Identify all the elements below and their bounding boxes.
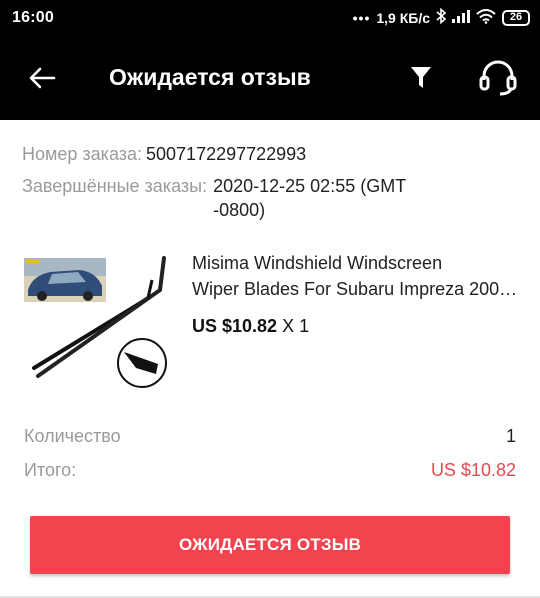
awaiting-review-button[interactable]: ОЖИДАЕТСЯ ОТЗЫВ <box>30 516 510 574</box>
filter-icon[interactable] <box>404 60 438 96</box>
quantity-label: Количество <box>24 426 121 446</box>
product-quantity: X 1 <box>282 316 310 336</box>
wifi-icon <box>476 8 496 27</box>
product-title-line-2: Wiper Blades For Subaru Impreza 2007-201… <box>192 279 522 299</box>
page-title: Ожидается отзыв <box>109 64 311 90</box>
quantity-value: 1 <box>505 426 516 446</box>
completed-order-label: Завершённые заказы: <box>22 176 208 196</box>
back-arrow-icon[interactable] <box>24 60 60 96</box>
product-price: US $10.82 <box>192 316 278 336</box>
completed-order-row: Завершённые заказы: 2020-12-25 02:55 (GM… <box>22 174 522 222</box>
product-price-row: US $10.82 X 1 <box>192 316 309 337</box>
quantity-row: Количество 1 <box>24 426 516 447</box>
completed-order-date: 2020-12-25 02:55 (GMT -0800) <box>213 176 406 220</box>
product-title[interactable]: Misima Windshield Windscreen Wiper Blade… <box>192 250 522 302</box>
status-bar: 16:00 ••• 1,9 КБ/с 26 <box>0 0 540 36</box>
total-value: US $10.82 <box>430 460 516 480</box>
status-time: 16:00 <box>12 9 54 26</box>
order-number-label: Номер заказа: <box>22 144 143 164</box>
app-bar: Ожидается отзыв <box>0 36 540 120</box>
battery-icon: 26 <box>502 9 530 26</box>
product-title-line-1: Misima Windshield Windscreen <box>192 253 443 273</box>
dots-icon: ••• <box>352 9 371 26</box>
total-label: Итого: <box>24 460 77 480</box>
status-icons: ••• 1,9 КБ/с 26 <box>352 7 530 27</box>
order-details: Номер заказа: 5007172297722993 Завершённ… <box>0 120 540 598</box>
product-image[interactable] <box>22 250 172 390</box>
bluetooth-icon <box>436 7 447 27</box>
order-number-row: Номер заказа: 5007172297722993 <box>22 142 306 166</box>
network-speed: 1,9 КБ/с <box>376 9 430 26</box>
headset-icon[interactable] <box>474 58 522 98</box>
signal-icon <box>452 9 470 26</box>
order-number-value: 5007172297722993 <box>146 144 307 164</box>
total-row: Итого: US $10.82 <box>24 460 516 481</box>
